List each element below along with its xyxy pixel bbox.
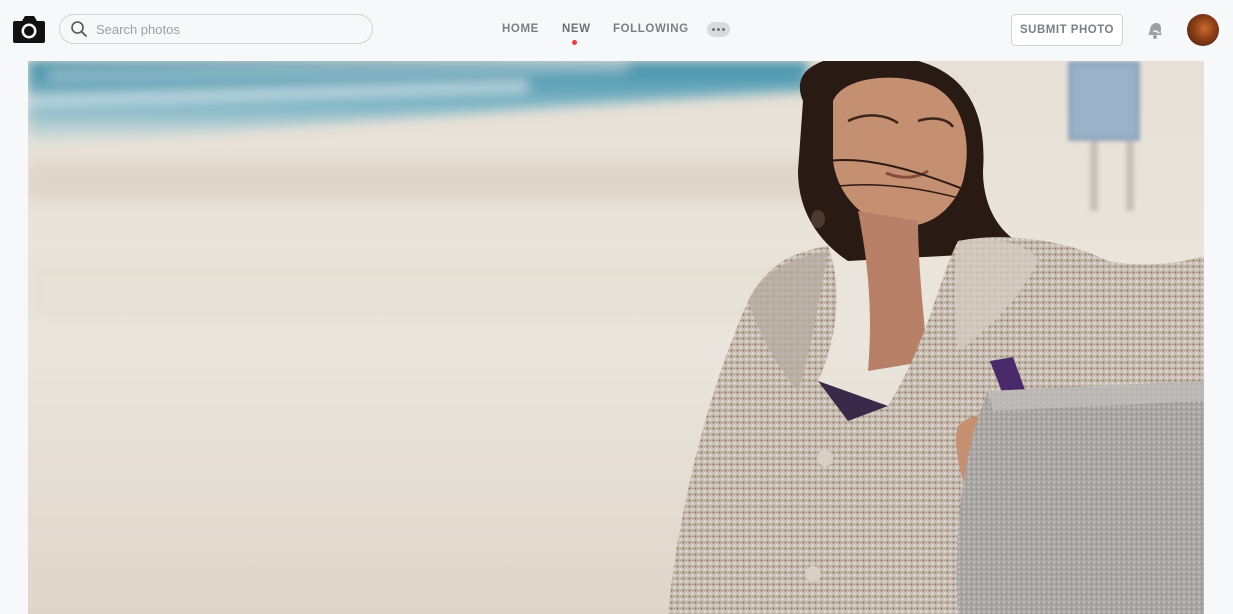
featured-photo[interactable] bbox=[28, 61, 1204, 614]
search-icon bbox=[71, 21, 87, 37]
user-avatar[interactable] bbox=[1187, 14, 1219, 46]
nav-following[interactable]: FOLLOWING bbox=[613, 23, 689, 35]
bell-icon[interactable] bbox=[1143, 18, 1167, 42]
nav-new[interactable]: NEW bbox=[562, 23, 591, 35]
search-box bbox=[59, 14, 373, 44]
submit-photo-button[interactable]: SUBMIT PHOTO bbox=[1011, 14, 1123, 46]
more-dots-icon bbox=[712, 28, 715, 31]
search-input[interactable] bbox=[94, 20, 358, 38]
more-menu-button[interactable] bbox=[707, 22, 730, 37]
photo-image bbox=[28, 61, 1204, 614]
camera-logo-icon[interactable] bbox=[12, 14, 46, 44]
top-navigation-bar: HOME NEW FOLLOWING SUBMIT PHOTO bbox=[0, 0, 1233, 60]
nav-home[interactable]: HOME bbox=[502, 23, 539, 35]
active-tab-indicator bbox=[572, 40, 577, 45]
